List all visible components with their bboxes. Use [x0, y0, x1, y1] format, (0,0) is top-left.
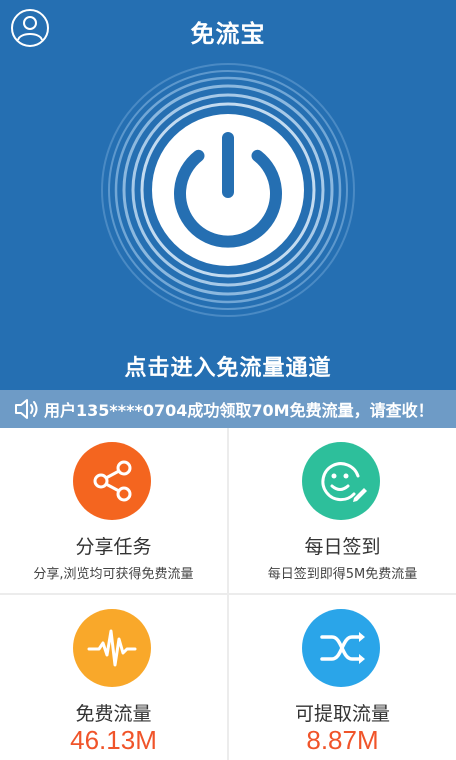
feature-grid: 分享任务 分享,浏览均可获得免费流量 每日签到 每日签到即得5M免费流量 免费流… — [0, 428, 456, 760]
free-traffic-title: 免费流量 — [75, 703, 152, 725]
power-icon — [101, 63, 355, 317]
withdrawable-traffic-title: 可提取流量 — [294, 703, 390, 725]
withdrawable-traffic-tile[interactable]: 可提取流量 8.87M — [229, 595, 456, 760]
daily-sign-in-subtitle: 每日签到即得5M免费流量 — [267, 567, 418, 582]
share-task-subtitle: 分享,浏览均可获得免费流量 — [33, 567, 194, 582]
notice-text: 用户135****0704成功领取70M免费流量，请查收！ — [44, 401, 434, 420]
enter-free-channel-label[interactable]: 点击进入免流量通道 — [0, 350, 456, 382]
power-button[interactable] — [98, 60, 358, 320]
hero-panel: 免流宝 点击进入免流量通道 — [0, 0, 456, 390]
shuffle-icon — [302, 609, 380, 687]
speaker-icon — [14, 397, 40, 421]
app-screen: 免流宝 点击进入免流量通道 用户135****0704成功领取70M免费流量，请… — [0, 0, 456, 760]
share-icon — [73, 442, 151, 520]
free-traffic-value: 46.13M — [70, 725, 157, 755]
app-title: 免流宝 — [190, 20, 266, 48]
withdrawable-traffic-value: 8.87M — [306, 725, 379, 755]
smiley-sign-in-icon — [302, 442, 380, 520]
notice-bar: 用户135****0704成功领取70M免费流量，请查收！ — [0, 390, 456, 428]
free-traffic-tile[interactable]: 免费流量 46.13M — [0, 595, 227, 760]
share-task-title: 分享任务 — [75, 536, 152, 558]
daily-sign-in-title: 每日签到 — [304, 536, 381, 558]
share-task-tile[interactable]: 分享任务 分享,浏览均可获得免费流量 — [0, 428, 227, 593]
daily-sign-in-tile[interactable]: 每日签到 每日签到即得5M免费流量 — [229, 428, 456, 593]
pulse-icon — [73, 609, 151, 687]
